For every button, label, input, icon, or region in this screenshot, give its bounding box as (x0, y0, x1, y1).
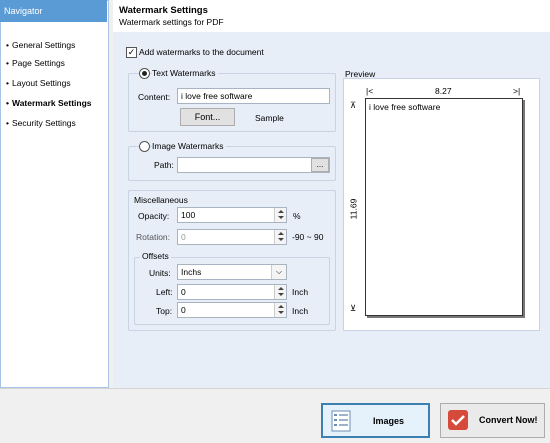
top-value: 0 (181, 305, 186, 315)
opacity-label: Opacity: (138, 211, 170, 221)
pdf-convert-icon (448, 410, 468, 430)
offsets-title: Offsets (140, 251, 171, 261)
left-marker: |< (366, 86, 374, 96)
checkmark-icon: ✓ (127, 47, 136, 57)
rotation-label: Rotation: (136, 232, 171, 242)
left-unit: Inch (292, 287, 309, 297)
navigator-title: Navigator (0, 0, 107, 22)
text-watermarks-radio[interactable] (139, 68, 150, 79)
text-watermarks-label: Text Watermarks (152, 68, 219, 78)
image-watermarks-radio[interactable] (139, 141, 150, 152)
font-button[interactable]: Font... (180, 108, 235, 126)
top-unit: Inch (292, 306, 309, 316)
page-subtitle: Watermark settings for PDF (119, 17, 224, 27)
rotation-value: 0 (181, 232, 186, 242)
nav-item-layout-settings[interactable]: • Layout Settings (6, 77, 71, 89)
convert-now-button[interactable]: Convert Now! (440, 403, 545, 438)
add-watermarks-checkbox[interactable]: ✓ (126, 47, 137, 58)
units-label: Units: (149, 268, 171, 278)
left-value: 0 (181, 287, 186, 297)
preview-page (365, 98, 523, 316)
top-label: Top: (156, 306, 173, 316)
image-watermarks-label: Image Watermarks (152, 141, 227, 151)
left-spinbox[interactable]: 0 (177, 284, 287, 300)
content-input[interactable]: i love free software (177, 88, 330, 104)
convert-now-label: Convert Now! (479, 415, 538, 425)
miscellaneous-title: Miscellaneous (134, 195, 188, 205)
right-marker: >| (513, 86, 521, 96)
browse-button[interactable]: ... (311, 158, 329, 172)
bottom-marker: ⊻ (350, 303, 357, 313)
units-value: Inchs (181, 267, 202, 277)
nav-item-security-settings[interactable]: • Security Settings (6, 117, 76, 129)
top-spin-arrows-icon[interactable] (274, 303, 286, 317)
images-button[interactable]: Images (321, 403, 430, 438)
add-watermarks-label: Add watermarks to the document (139, 47, 264, 57)
page-title: Watermark Settings (119, 5, 208, 16)
preview-width-value: 8.27 (435, 86, 452, 96)
preview-height-value: 11.69 (348, 198, 359, 220)
rotation-spinbox[interactable]: 0 (177, 229, 287, 245)
opacity-spin-arrows-icon[interactable] (274, 208, 286, 222)
top-spinbox[interactable]: 0 (177, 302, 287, 318)
opacity-spinbox[interactable]: 100 (177, 207, 287, 223)
nav-item-page-settings[interactable]: • Page Settings (6, 57, 65, 69)
images-list-icon (331, 410, 351, 432)
nav-item-general-settings[interactable]: • General Settings (6, 39, 75, 51)
top-marker: ⊼ (350, 100, 357, 110)
path-input[interactable] (177, 157, 330, 173)
rotation-spin-arrows-icon[interactable] (274, 230, 286, 244)
left-spin-arrows-icon[interactable] (274, 285, 286, 299)
sample-label: Sample (255, 113, 284, 123)
chevron-down-icon[interactable]: ⌵ (271, 265, 286, 279)
left-label: Left: (156, 287, 173, 297)
preview-watermark-text: i love free software (369, 102, 441, 112)
opacity-unit: % (293, 211, 301, 221)
images-button-label: Images (373, 416, 405, 426)
nav-item-watermark-settings[interactable]: • Watermark Settings (6, 97, 92, 109)
path-label: Path: (154, 160, 174, 170)
opacity-value: 100 (181, 210, 196, 220)
content-label: Content: (138, 92, 171, 102)
rotation-range: -90 ~ 90 (292, 232, 324, 242)
